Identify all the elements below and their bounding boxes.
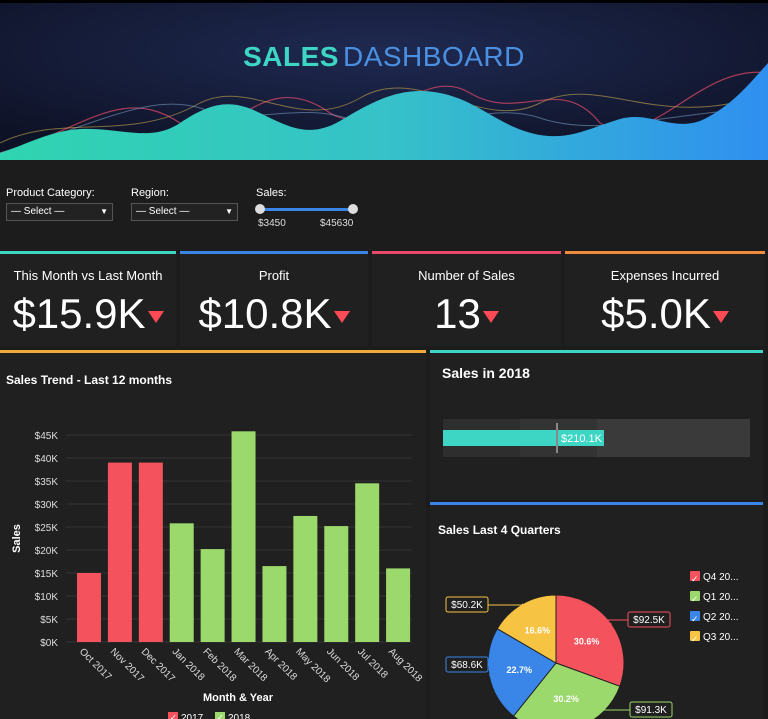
down-arrow-icon [147, 310, 164, 323]
bar-jan-2018[interactable] [169, 523, 194, 642]
checkmark-icon: ✓ [217, 713, 225, 719]
down-arrow-icon [712, 310, 729, 323]
legend-item-q4[interactable]: Q4 20... [690, 568, 739, 589]
checkbox-icon [690, 589, 700, 609]
y-tick-label: $0K [40, 638, 58, 649]
filter-bar [0, 160, 768, 248]
kpi-card-number-of-sales: Number of Sales 13 [372, 251, 561, 346]
x-tick-label: Oct 2017 [77, 646, 114, 683]
sales-range-label: Sales: [256, 187, 287, 199]
title-word-dashboard: DASHBOARD [342, 41, 525, 72]
kpi-card-profit: Profit $10.8K [180, 251, 368, 346]
sales-2018-bullet-chart: $210.1K [443, 419, 750, 457]
kpi-title: Number of Sales [418, 268, 515, 283]
pie-percent-label: 16.6% [525, 626, 551, 636]
checkbox-icon [690, 569, 700, 589]
y-tick-label: $10K [35, 592, 59, 603]
product-category-select[interactable]: — Select — ▼ [6, 203, 113, 221]
pie-value-label: $92.5K [633, 615, 665, 626]
kpi-value-text: $15.9K [12, 290, 146, 337]
down-arrow-icon [333, 310, 350, 323]
kpi-card-expenses: Expenses Incurred $5.0K [565, 251, 765, 346]
bar-aug-2018[interactable] [386, 568, 411, 642]
checkbox-icon [690, 629, 700, 649]
sales-range-min-value: $3450 [258, 218, 286, 229]
kpi-title: Expenses Incurred [610, 268, 720, 283]
legend-label: Q3 20... [703, 632, 739, 643]
y-tick-label: $15K [35, 569, 59, 580]
bar-nov-2017[interactable] [107, 462, 132, 642]
pie-value-label: $68.6K [451, 660, 483, 671]
y-tick-label: $35K [35, 477, 59, 488]
pie-percent-label: 30.6% [574, 637, 600, 647]
pie-percent-label: 30.2% [553, 694, 579, 704]
region-value: — Select — [136, 206, 190, 217]
dashboard-title: SALES DASHBOARD [0, 41, 768, 73]
pie-percent-label: 22.7% [506, 665, 532, 675]
header-wave-graphic [0, 3, 768, 160]
bar-may-2018[interactable] [293, 515, 318, 642]
quarters-legend: Q4 20... Q1 20... Q2 20... Q3 20... [690, 568, 739, 649]
kpi-value-text: $10.8K [198, 290, 332, 337]
kpi-value-text: $5.0K [601, 290, 711, 337]
kpi-value-text: 13 [434, 290, 481, 337]
legend-item-q1[interactable]: Q1 20... [690, 588, 739, 609]
bar-jul-2018[interactable] [355, 483, 380, 642]
sales-trend-chart: $0K $5K $10K $15K $20K $25K $30K $35K $40K $45K Oc… [11, 431, 424, 719]
kpi-value: $5.0K [565, 290, 765, 338]
product-category-label: Product Category: [6, 187, 95, 199]
kpi-value: $15.9K [0, 290, 176, 338]
x-tick-label: Apr 2018 [262, 646, 299, 683]
legend-label: Q1 20... [703, 592, 739, 603]
kpi-value: 13 [372, 290, 561, 338]
x-axis-title: Month & Year [203, 692, 274, 704]
checkmark-icon: ✓ [170, 713, 178, 719]
sales-2018-panel: Sales in 2018 $210.1K [430, 350, 763, 500]
dashboard-header: SALES DASHBOARD [0, 0, 768, 160]
legend-label: Q4 20... [703, 572, 739, 583]
legend-item-q3[interactable]: Q3 20... [690, 628, 739, 649]
sales-range-max-handle[interactable] [348, 204, 358, 214]
x-tick-label: Aug 2018 [386, 646, 424, 684]
legend-label-2018: 2018 [228, 713, 251, 719]
y-tick-label: $5K [40, 615, 58, 626]
kpi-title: This Month vs Last Month [13, 268, 163, 283]
region-label: Region: [131, 187, 169, 199]
kpi-title: Profit [258, 268, 290, 283]
bar-jun-2018[interactable] [324, 526, 349, 642]
sales-range-min-handle[interactable] [255, 204, 265, 214]
sales-range-slider[interactable] [259, 208, 354, 211]
kpi-card-month-vs-last: This Month vs Last Month $15.9K [0, 251, 176, 346]
callout-line [488, 603, 526, 606]
y-tick-label: $25K [35, 523, 59, 534]
region-select[interactable]: — Select — ▼ [131, 203, 238, 221]
legend-label-2017: 2017 [181, 713, 204, 719]
pie-value-label: $91.3K [635, 705, 667, 716]
title-word-sales: SALES [243, 41, 339, 72]
bar-dec-2017[interactable] [138, 462, 163, 642]
legend-label: Q2 20... [703, 612, 739, 623]
pie-value-label: $50.2K [451, 600, 483, 611]
checkbox-icon [690, 609, 700, 629]
bullet-value-label: $210.1K [561, 433, 603, 445]
y-tick-label: $30K [35, 500, 59, 511]
y-tick-label: $40K [35, 454, 59, 465]
y-tick-label: $45K [35, 431, 59, 442]
product-category-value: — Select — [11, 206, 65, 217]
bar-mar-2018[interactable] [231, 431, 256, 642]
sales-range-max-value: $45630 [320, 218, 354, 229]
y-tick-label: $20K [35, 546, 59, 557]
bar-feb-2018[interactable] [200, 549, 225, 642]
sales-trend-panel: Sales Trend - Last 12 months $0K $5K $10K $… [0, 350, 426, 719]
sales-quarters-panel: Sales Last 4 Quarters 30.6% $92.5K 30.2% $9… [430, 502, 763, 719]
legend-item-q2[interactable]: Q2 20... [690, 608, 739, 629]
bar-oct-2017[interactable] [77, 573, 101, 642]
down-arrow-icon [482, 310, 499, 323]
y-axis-title: Sales [11, 524, 23, 553]
chevron-down-icon: ▼ [225, 207, 233, 216]
chevron-down-icon: ▼ [100, 207, 108, 216]
kpi-value: $10.8K [180, 290, 368, 338]
bar-apr-2018[interactable] [262, 566, 287, 642]
